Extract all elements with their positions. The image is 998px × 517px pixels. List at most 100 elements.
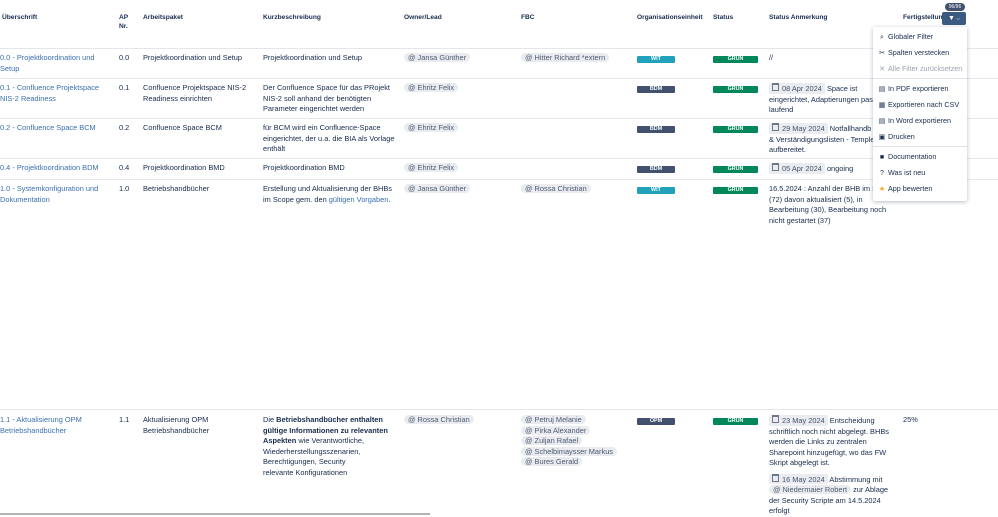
kurzbeschreibung: Erstellung und Aktualisierung der BHBs i… — [263, 184, 392, 205]
menu-item-alle-filter-zuruecksetzen[interactable]: ✕ Alle Filter zurücksetzen — [878, 64, 962, 75]
header-fertigstellung[interactable]: Fertigstellun — [903, 14, 943, 23]
header-kurzbeschreibung[interactable]: Kurzbeschreibung — [263, 14, 321, 23]
row-title-link[interactable]: 0.4 - Projektkoordination BDM — [0, 163, 110, 174]
row-title-line: Betriebshandbücher — [0, 425, 67, 435]
note-line: (72) davon aktualisiert (5), in — [769, 194, 863, 204]
menu-item-label: Was ist neu — [888, 168, 926, 177]
status-badge: GRÜN — [713, 166, 758, 173]
date-lozenge: 29 May 2024 — [769, 123, 828, 134]
desc-text: im Scope gem. den — [263, 194, 329, 204]
filter-count-badge: 96/96 — [945, 3, 965, 11]
header-status[interactable]: Status — [713, 14, 733, 23]
desc-line: Der Confluence Space für das PRojekt — [263, 83, 390, 92]
date-text: 05 Apr 2024 — [782, 164, 822, 173]
note-line: aufbereitet. — [769, 145, 806, 154]
header-status-anmerkung[interactable]: Status Anmerkung — [769, 14, 827, 23]
owner-mention[interactable]: @ Jansa Günther — [404, 53, 471, 62]
fbc-mention[interactable]: @ Rossa Christian — [521, 184, 591, 193]
desc-text: wie Verantwortliche, — [296, 436, 365, 445]
header-ap-nr-line1: AP — [119, 14, 129, 21]
menu-item-csv-export[interactable]: ▦ Exportieren nach CSV — [878, 100, 959, 111]
note-line: schriftlich noch nicht abgelegt. BHBs — [769, 426, 889, 436]
arbeitspaket: Projektkoordination BMD — [143, 163, 225, 172]
status-note: 23 May 2024 Entscheidung schriftlich noc… — [769, 415, 891, 517]
status-note: 08 Apr 2024 Space ist eingerichtet, Adap… — [769, 83, 879, 116]
star-icon: ★ — [878, 186, 886, 193]
header-fbc[interactable]: FBC — [521, 14, 535, 23]
pdf-icon: ▤ — [878, 86, 886, 93]
note-text: ongoing — [826, 164, 854, 173]
desc-line: NIS-2 soll anhand der benötigten — [263, 93, 372, 103]
table-options-menu: ⌕ Globaler Filter ✂ Spalten verstecken ✕ Al… — [873, 27, 967, 201]
row-title-link[interactable]: 0.1 - Confluence Projektspace NIS-2 Read… — [0, 83, 110, 104]
row-divider — [0, 78, 998, 79]
menu-item-documentation[interactable]: ■ Documentation — [878, 152, 936, 163]
header-ueberschrift[interactable]: Überschrift — [2, 14, 37, 23]
ap-number: 0.0 — [119, 53, 130, 62]
fbc-mention[interactable]: @ Hitter Richard *extern — [521, 53, 610, 62]
menu-item-drucken[interactable]: ▣ Drucken — [878, 132, 915, 143]
arbeitspaket: Projektkoordination und Setup — [143, 53, 243, 62]
owner-mention[interactable]: @ Rossa Christian — [404, 415, 474, 424]
filter-menu-button[interactable]: ▼ ⌵ — [942, 12, 966, 25]
arbeitspaket-line: Betriebshandbücher — [143, 425, 210, 435]
header-organisationseinheit[interactable]: Organisationseinheit — [637, 14, 703, 23]
owner-mention[interactable]: @ Jansa Günther — [404, 184, 471, 193]
menu-item-word-export[interactable]: ▤ In Word exportieren — [878, 116, 951, 127]
note-line: Bearbeitung (30), Bearbeitung noch — [769, 205, 887, 214]
status-note: 05 Apr 2024 ongoing — [769, 163, 853, 175]
header-arbeitspaket[interactable]: Arbeitspaket — [143, 14, 183, 23]
menu-item-app-bewerten[interactable]: ★ App bewerten — [878, 184, 933, 195]
note-line: & Verständigungslisten - Temple — [769, 134, 875, 144]
note-line: eingerichtet, Adaptierungen pass — [769, 94, 877, 104]
ap-number: 0.2 — [119, 123, 130, 132]
menu-item-pdf-export[interactable]: ▤ In PDF exportieren — [878, 84, 949, 95]
header-ap-nr[interactable]: AP Nr. — [119, 14, 128, 31]
fbc-mention[interactable]: @ Zuljan Rafael — [521, 436, 583, 445]
status-badge: GRÜN — [713, 187, 758, 194]
filter-icon: ▼ — [947, 15, 955, 22]
owner-mention[interactable]: @ Ehritz Felix — [404, 163, 459, 172]
fbc-mention[interactable]: @ Petruj Melanie — [521, 415, 586, 424]
menu-item-label: Globaler Filter — [888, 32, 934, 41]
row-title-link[interactable]: 1.1 - Aktualisierung OPM Betriebshandbüc… — [0, 415, 110, 436]
fbc-mention[interactable]: @ Bures Gerald — [521, 457, 583, 466]
org-unit-badge: BDM — [637, 166, 675, 173]
desc-bold-text: gültige Informationen zu relevanten — [263, 425, 388, 435]
desc-line: Berechtigungen, Security — [263, 457, 346, 466]
menu-item-spalten-verstecken[interactable]: ✂ Spalten verstecken — [878, 48, 949, 59]
owner-mention[interactable]: @ Ehritz Felix — [404, 83, 459, 92]
status-note: 16.5.2024 : Anzahl der BHB im S (72) dav… — [769, 184, 887, 226]
kurzbeschreibung: Projektkoordination BMD — [263, 163, 345, 172]
note-line: Skript abgelegt ist. — [769, 458, 830, 467]
ap-number: 0.4 — [119, 163, 130, 172]
menu-item-label: Spalten verstecken — [888, 48, 950, 57]
fbc-mention[interactable]: @ Pirka Alexander — [521, 425, 591, 435]
menu-item-label: Alle Filter zurücksetzen — [888, 64, 963, 73]
row-title-line: 1.0 - Systemkonfiguration und — [0, 184, 99, 193]
menu-item-was-ist-neu[interactable]: ? Was ist neu — [878, 168, 925, 179]
date-lozenge: 05 Apr 2024 — [769, 163, 825, 174]
org-unit-badge: WIT — [637, 56, 675, 63]
row-title-link[interactable]: 1.0 - Systemkonfiguration und Dokumentat… — [0, 184, 110, 205]
row-title-link[interactable]: 0.0 - Projektkoordination und Setup — [0, 53, 110, 74]
horizontal-scrollbar[interactable] — [0, 513, 430, 515]
row-title-link[interactable]: 0.2 - Confluence Space BCM — [0, 123, 110, 134]
note-text: Entscheidung — [829, 416, 875, 425]
row-divider — [0, 158, 998, 159]
search-icon: ⌕ — [880, 34, 884, 41]
note-mention[interactable]: @ Niedermaier Robert — [769, 485, 852, 494]
desc-line: Parameter eingerichtet werden — [263, 104, 365, 113]
owner-mention[interactable]: @ Ehritz Felix — [404, 123, 459, 132]
status-badge: GRÜN — [713, 86, 758, 93]
header-owner-lead[interactable]: Owner/Lead — [404, 14, 442, 23]
calendar-icon — [772, 123, 779, 131]
arbeitspaket-line: Confluence Projektspace NIS-2 — [143, 83, 247, 92]
arbeitspaket: Aktualisierung OPM Betriebshandbücher — [143, 415, 209, 436]
gueltige-vorgaben-link[interactable]: gültigen Vorgaben — [329, 195, 389, 204]
ap-number: 1.1 — [119, 415, 130, 424]
fbc-mention[interactable]: @ Schelbimaysser Markus — [521, 446, 618, 456]
menu-item-globaler-filter[interactable]: ⌕ Globaler Filter — [878, 32, 933, 43]
status-badge: GRÜN — [713, 56, 758, 63]
desc-text: Die — [263, 415, 277, 424]
